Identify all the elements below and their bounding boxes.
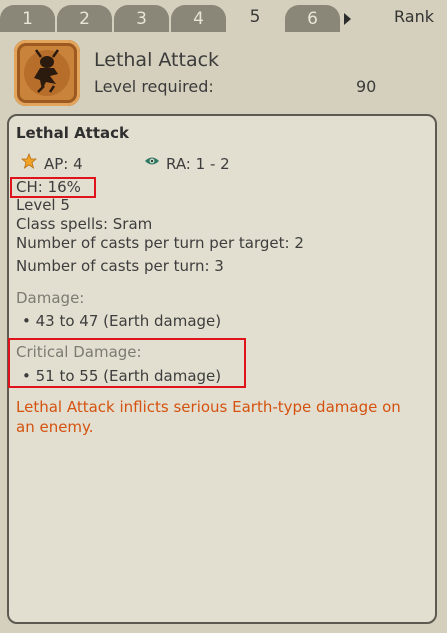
tab-3[interactable]: 3 (114, 5, 169, 32)
spell-description: Lethal Attack inflicts serious Earth-typ… (16, 398, 401, 436)
tab-6[interactable]: 6 (285, 5, 340, 32)
damage-value: • 43 to 47 (Earth damage) (22, 312, 222, 330)
casts-per-turn: Number of casts per turn: 3 (16, 257, 224, 275)
level-required-label: Level required: (94, 77, 214, 96)
triangle-right-icon[interactable] (344, 13, 351, 25)
tab-1[interactable]: 1 (0, 5, 55, 32)
damage-label: Damage: (16, 289, 85, 307)
critical-damage-highlight (8, 338, 246, 388)
tab-5[interactable]: 5 (227, 3, 283, 32)
details-title: Lethal Attack (16, 124, 130, 142)
tab-bar: 1 2 3 4 5 6 Rank (0, 0, 447, 32)
ra-stat: RA: 1 - 2 (166, 155, 230, 173)
tab-4[interactable]: 4 (171, 5, 226, 32)
spell-level: Level 5 (16, 196, 70, 214)
spell-header: Lethal Attack Level required: 90 (0, 32, 447, 110)
lethal-attack-spell-icon (14, 40, 80, 106)
eye-icon (145, 157, 159, 165)
spell-name: Lethal Attack (94, 49, 220, 71)
casts-per-target: Number of casts per turn per target: 2 (16, 234, 304, 252)
critical-hit-highlight (10, 177, 96, 198)
ap-stat: AP: 4 (44, 155, 83, 173)
level-required-value: 90 (356, 77, 377, 96)
star-icon (21, 153, 37, 169)
rank-label: Rank (394, 7, 434, 26)
class-spells: Class spells: Sram (16, 215, 153, 233)
tab-2[interactable]: 2 (57, 5, 112, 32)
